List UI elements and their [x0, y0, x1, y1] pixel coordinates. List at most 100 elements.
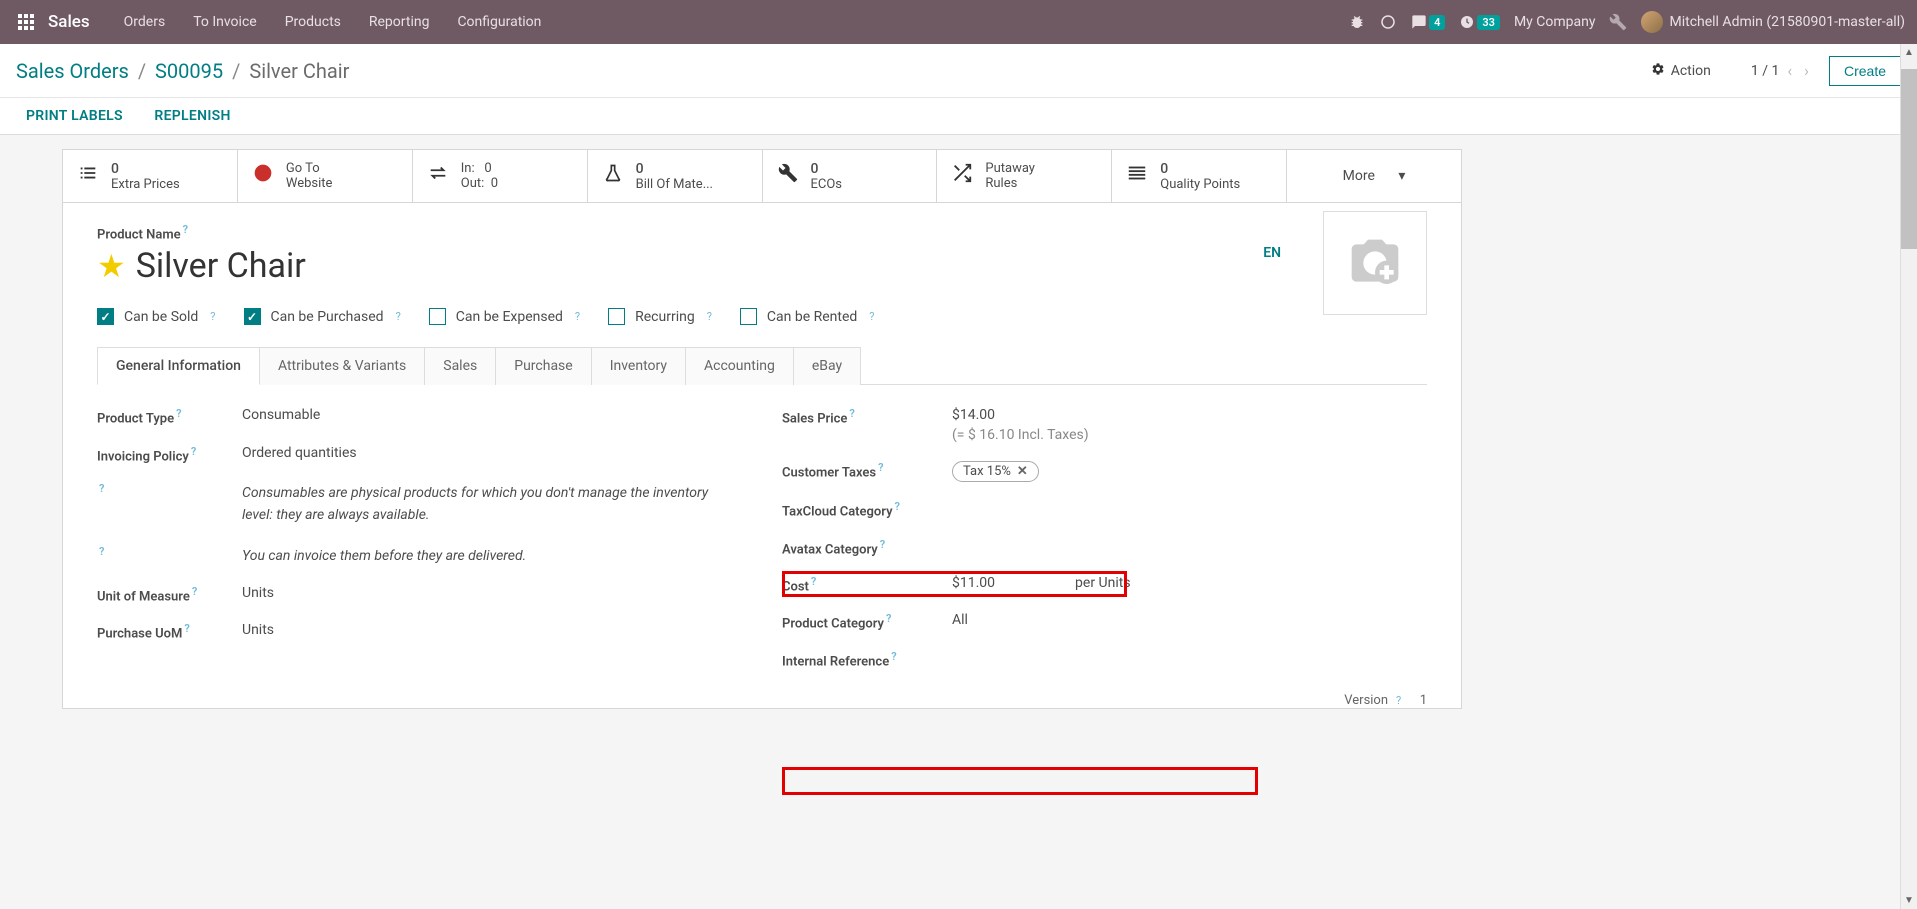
company-switcher[interactable]: My Company	[1514, 14, 1596, 30]
pager-prev[interactable]: ‹	[1783, 61, 1796, 80]
tab-accounting[interactable]: Accounting	[685, 347, 794, 385]
help-icon[interactable]: ?	[99, 482, 104, 495]
cost-per: per Units	[1075, 575, 1131, 591]
remove-tag-icon[interactable]: ✕	[1017, 464, 1028, 479]
help-icon[interactable]: ?	[849, 407, 854, 420]
help-icon[interactable]: ?	[895, 500, 900, 513]
flask-icon	[600, 163, 626, 189]
tab-attributes[interactable]: Attributes & Variants	[259, 347, 425, 385]
stat-more[interactable]: More ▾	[1287, 150, 1461, 202]
menu-configuration[interactable]: Configuration	[443, 0, 555, 44]
language-badge[interactable]: EN	[1263, 245, 1281, 261]
cost-value[interactable]: $11.00	[952, 575, 995, 591]
invoicing-policy-value[interactable]: Ordered quantities	[242, 445, 742, 461]
highlight-cost	[782, 767, 1258, 795]
list-icon	[75, 162, 101, 190]
help-icon[interactable]: ?	[878, 461, 883, 474]
can-be-expensed-checkbox[interactable]	[429, 308, 446, 325]
help-icon[interactable]: ?	[99, 545, 104, 558]
help-icon[interactable]: ?	[575, 310, 580, 323]
tab-ebay[interactable]: eBay	[793, 347, 861, 385]
main-menu: Orders To Invoice Products Reporting Con…	[110, 0, 556, 44]
help-icon[interactable]: ?	[880, 538, 885, 551]
can-be-sold-label: Can be Sold	[124, 309, 198, 325]
help-icon[interactable]: ?	[891, 650, 896, 663]
can-be-rented-label: Can be Rented	[767, 309, 857, 325]
record-pager: 1 / 1 ‹ ›	[1751, 61, 1813, 80]
discuss-badge: 4	[1429, 15, 1445, 30]
tab-purchase[interactable]: Purchase	[495, 347, 591, 385]
stat-extra-prices[interactable]: 0Extra Prices	[63, 150, 238, 202]
stat-inout[interactable]: In: 0 Out: 0	[413, 150, 588, 202]
apps-icon[interactable]	[12, 8, 40, 36]
support-icon[interactable]	[1379, 13, 1397, 31]
recurring-checkbox[interactable]	[608, 308, 625, 325]
purchase-uom-value[interactable]: Units	[242, 622, 742, 638]
avatax-label: Avatax Category	[782, 542, 878, 557]
create-button[interactable]: Create	[1829, 56, 1901, 86]
help-icon[interactable]: ?	[707, 310, 712, 323]
sales-price-value[interactable]: $14.00	[952, 407, 995, 423]
tab-inventory[interactable]: Inventory	[591, 347, 686, 385]
tax-tag[interactable]: Tax 15%✕	[952, 461, 1039, 482]
breadcrumb-mid[interactable]: S00095	[155, 59, 223, 83]
vertical-scrollbar[interactable]: ▲ ▼	[1900, 44, 1917, 909]
stat-bar: 0Extra Prices Go ToWebsite In: 0 Out: 0	[63, 150, 1461, 203]
action-menu[interactable]: Action	[1651, 62, 1711, 80]
tools-icon[interactable]	[1609, 13, 1627, 31]
stat-quality[interactable]: 0Quality Points	[1112, 150, 1287, 202]
activities-icon[interactable]: 33	[1459, 14, 1500, 30]
breadcrumb-root[interactable]: Sales Orders	[16, 59, 129, 83]
checkbox-row: Can be Sold? Can be Purchased? Can be Ex…	[97, 308, 1427, 325]
uom-value[interactable]: Units	[242, 585, 742, 601]
stat-putaway[interactable]: PutawayRules	[937, 150, 1112, 202]
help-icon[interactable]: ?	[1396, 694, 1401, 707]
customer-taxes-label: Customer Taxes	[782, 466, 876, 481]
menu-orders[interactable]: Orders	[110, 0, 180, 44]
help-icon[interactable]: ?	[396, 310, 401, 323]
print-labels-button[interactable]: PRINT LABELS	[26, 108, 123, 124]
pager-next[interactable]: ›	[1800, 61, 1813, 80]
internal-ref-label: Internal Reference	[782, 654, 889, 669]
help-icon[interactable]: ?	[191, 445, 196, 458]
help-icon[interactable]: ?	[183, 223, 188, 236]
help-icon[interactable]: ?	[811, 575, 816, 588]
form-sheet: 0Extra Prices Go ToWebsite In: 0 Out: 0	[62, 149, 1462, 709]
favorite-star-icon[interactable]: ★	[97, 247, 126, 285]
stat-website[interactable]: Go ToWebsite	[238, 150, 413, 202]
help-icon[interactable]: ?	[176, 407, 181, 420]
product-category-value[interactable]: All	[952, 612, 1427, 628]
replenish-button[interactable]: REPLENISH	[154, 108, 230, 124]
activities-badge: 33	[1477, 15, 1500, 30]
user-menu[interactable]: Mitchell Admin (21580901-master-all)	[1641, 11, 1905, 33]
avatar	[1641, 11, 1663, 33]
product-type-value[interactable]: Consumable	[242, 407, 742, 423]
bug-icon[interactable]	[1349, 14, 1365, 30]
tab-sales[interactable]: Sales	[424, 347, 496, 385]
tab-general-info[interactable]: General Information	[97, 347, 260, 385]
help-icon[interactable]: ?	[869, 310, 874, 323]
help-icon[interactable]: ?	[192, 585, 197, 598]
can-be-sold-checkbox[interactable]	[97, 308, 114, 325]
stat-bom[interactable]: 0Bill Of Mate...	[588, 150, 763, 202]
wrench-icon	[775, 163, 801, 189]
action-bar: PRINT LABELS REPLENISH	[0, 98, 1917, 135]
help-icon[interactable]: ?	[886, 612, 891, 625]
product-name[interactable]: Silver Chair	[136, 246, 306, 286]
menu-reporting[interactable]: Reporting	[355, 0, 444, 44]
can-be-purchased-checkbox[interactable]	[244, 308, 261, 325]
recurring-label: Recurring	[635, 309, 695, 325]
menu-products[interactable]: Products	[271, 0, 355, 44]
stat-ecos[interactable]: 0ECOs	[763, 150, 938, 202]
menu-to-invoice[interactable]: To Invoice	[179, 0, 271, 44]
app-brand[interactable]: Sales	[48, 12, 90, 32]
user-name: Mitchell Admin (21580901-master-all)	[1669, 14, 1905, 30]
can-be-rented-checkbox[interactable]	[740, 308, 757, 325]
help-icon[interactable]: ?	[210, 310, 215, 323]
breadcrumb: Sales Orders / S00095 / Silver Chair	[16, 59, 1651, 83]
help-icon[interactable]: ?	[184, 622, 189, 635]
discuss-icon[interactable]: 4	[1411, 14, 1445, 30]
tab-bar: General Information Attributes & Variant…	[97, 347, 1427, 385]
product-name-label: Product Name	[97, 227, 181, 242]
product-image-upload[interactable]	[1323, 211, 1427, 315]
